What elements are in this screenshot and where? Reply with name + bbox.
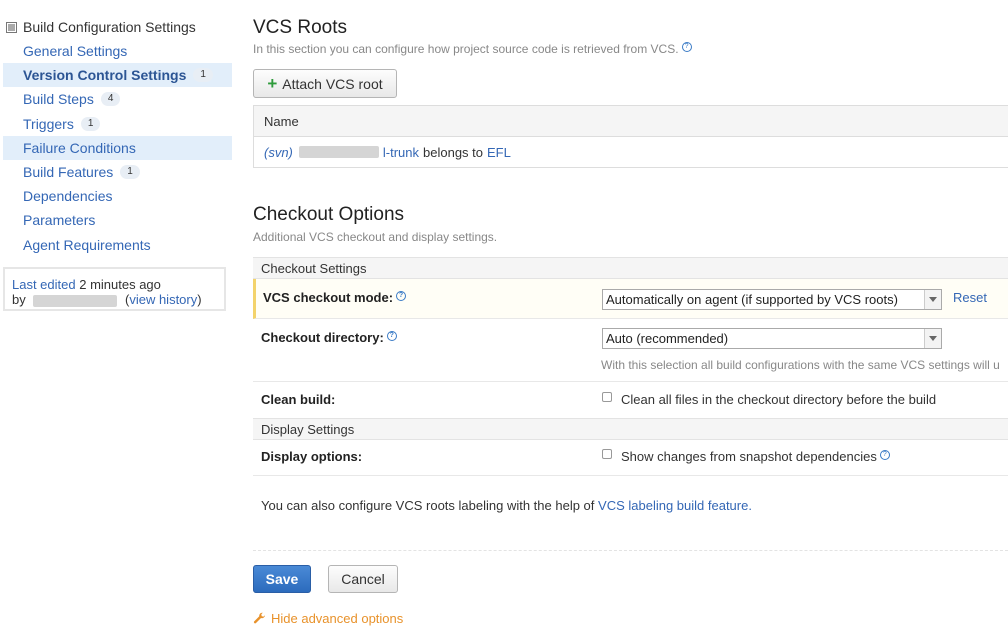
- checkout-options-description: Additional VCS checkout and display sett…: [253, 230, 498, 244]
- sidebar-item-triggers[interactable]: Triggers 1: [3, 112, 232, 136]
- save-button[interactable]: Save: [253, 565, 311, 593]
- sidebar-item-failure-conditions[interactable]: Failure Conditions: [3, 135, 232, 160]
- paren-close: ): [197, 292, 202, 307]
- labeling-text: You can also configure VCS roots labelin…: [261, 498, 752, 513]
- selected-value: Auto (recommended): [606, 331, 729, 346]
- plus-icon: +: [267, 73, 278, 93]
- checkout-options-title: Checkout Options: [253, 204, 405, 225]
- attach-vcs-root-button[interactable]: + Attach VCS root: [253, 69, 397, 98]
- column-name-header: Name: [264, 113, 299, 129]
- checkout-directory-note: With this selection all build configurat…: [601, 358, 1000, 372]
- project-link[interactable]: EFL: [487, 145, 511, 160]
- sidebar-item-general-settings[interactable]: General Settings: [3, 39, 232, 63]
- table-row: (svn) l-trunk belongs to EFL: [254, 137, 1008, 167]
- sidebar-item-build-features[interactable]: Build Features 1: [3, 160, 232, 184]
- sidebar-item-dependencies[interactable]: Dependencies: [3, 184, 232, 208]
- sidebar-item-label: Build Steps: [23, 91, 94, 108]
- help-icon[interactable]: ?: [879, 449, 890, 460]
- count-badge: 1: [120, 165, 140, 180]
- section-label: Display Settings: [261, 421, 355, 437]
- checkout-directory-row: Checkout directory:? Auto (recommended) …: [253, 319, 1008, 382]
- sidebar-item-parameters[interactable]: Parameters: [3, 208, 232, 232]
- count-badge: 1: [193, 68, 213, 83]
- wrench-icon: [253, 612, 265, 624]
- vcs-roots-description-text: In this section you can configure how pr…: [253, 42, 679, 56]
- cancel-button[interactable]: Cancel: [328, 565, 398, 593]
- sidebar-nav: General Settings Version Control Setting…: [3, 39, 232, 257]
- last-edited-box: Last edited 2 minutes ago by (view histo…: [3, 267, 226, 311]
- vcs-roots-description: In this section you can configure how pr…: [253, 42, 692, 56]
- count-badge: 4: [100, 92, 121, 107]
- sidebar-item-version-control-settings[interactable]: Version Control Settings 1: [3, 63, 232, 88]
- sidebar-item-agent-requirements[interactable]: Agent Requirements: [3, 233, 232, 257]
- vcs-checkout-mode-select[interactable]: Automatically on agent (if supported by …: [602, 289, 942, 310]
- sidebar-header-label: Build Configuration Settings: [23, 19, 196, 35]
- help-icon[interactable]: ?: [386, 330, 397, 341]
- checkout-directory-select[interactable]: Auto (recommended): [602, 328, 942, 349]
- sidebar-item-label: Dependencies: [23, 188, 113, 205]
- checkout-directory-label: Checkout directory:?: [261, 330, 397, 345]
- vcs-root-name-link[interactable]: l-trunk: [383, 145, 419, 160]
- redacted-username: [33, 294, 118, 307]
- view-history-link[interactable]: view history: [129, 292, 197, 307]
- clean-build-checkbox[interactable]: [602, 392, 612, 402]
- checkout-settings-header: Checkout Settings: [253, 257, 1008, 279]
- labeling-text-body: You can also configure VCS roots labelin…: [261, 498, 595, 513]
- sidebar-item-label: Version Control Settings: [23, 67, 187, 84]
- vcs-type[interactable]: (svn): [264, 145, 293, 160]
- vcs-checkout-mode-row: VCS checkout mode:? Automatically on age…: [253, 279, 1008, 319]
- labeling-row: You can also configure VCS roots labelin…: [253, 476, 1008, 551]
- selected-value: Automatically on agent (if supported by …: [606, 292, 898, 307]
- count-badge: 1: [80, 116, 101, 131]
- sidebar-header[interactable]: Build Configuration Settings: [6, 19, 196, 35]
- display-options-checkbox-text: Show changes from snapshot dependencies: [621, 449, 877, 464]
- sidebar-item-label: Parameters: [23, 212, 96, 229]
- sidebar-item-label: Triggers: [23, 115, 74, 132]
- display-options-checkbox[interactable]: [602, 449, 612, 459]
- redacted-vcs-name: [298, 146, 379, 158]
- chevron-down-icon: [924, 329, 941, 348]
- vcs-roots-title: VCS Roots: [253, 17, 347, 38]
- clean-build-checkbox-label[interactable]: Clean all files in the checkout director…: [621, 392, 936, 407]
- display-settings-header: Display Settings: [253, 418, 1008, 440]
- last-edited-time: 2 minutes ago: [79, 277, 161, 292]
- help-icon[interactable]: ?: [396, 290, 407, 301]
- vcs-roots-table: Name (svn) l-trunk belongs to EFL: [253, 105, 1008, 168]
- reset-link[interactable]: Reset: [953, 290, 987, 305]
- help-icon[interactable]: ?: [681, 42, 692, 52]
- belongs-to-text: belongs to: [423, 144, 484, 160]
- attach-vcs-root-label: Attach VCS root: [282, 75, 383, 92]
- chevron-down-icon: [924, 290, 941, 309]
- table-header: Name: [254, 106, 1008, 137]
- display-options-checkbox-label[interactable]: Show changes from snapshot dependencies?: [621, 449, 890, 464]
- checkout-options-table: Checkout Settings VCS checkout mode:? Au…: [253, 257, 1008, 551]
- sidebar-item-label: Build Features: [23, 164, 114, 181]
- checkout-directory-label-text: Checkout directory:: [261, 330, 384, 345]
- by-label: by: [12, 292, 26, 307]
- clean-build-label: Clean build:: [261, 392, 336, 407]
- display-options-label: Display options:: [261, 449, 363, 464]
- sidebar-item-label: General Settings: [23, 43, 128, 60]
- section-label: Checkout Settings: [261, 260, 367, 276]
- sidebar-item-build-steps[interactable]: Build Steps 4: [3, 87, 232, 111]
- clean-build-row: Clean build: Clean all files in the chec…: [253, 382, 1008, 418]
- sidebar-item-label: Agent Requirements: [23, 236, 151, 253]
- vcs-checkout-mode-label: VCS checkout mode:?: [263, 290, 407, 305]
- collapse-icon[interactable]: [6, 21, 17, 33]
- hide-advanced-options-link[interactable]: Hide advanced options: [253, 611, 403, 626]
- hide-advanced-options-label: Hide advanced options: [271, 611, 404, 626]
- vcs-labeling-link[interactable]: VCS labeling build feature.: [598, 498, 752, 513]
- display-options-row: Display options: Show changes from snaps…: [253, 440, 1008, 476]
- sidebar-item-label: Failure Conditions: [23, 139, 136, 156]
- last-edited-link[interactable]: Last edited: [12, 277, 76, 292]
- vcs-checkout-mode-label-text: VCS checkout mode:: [263, 290, 394, 305]
